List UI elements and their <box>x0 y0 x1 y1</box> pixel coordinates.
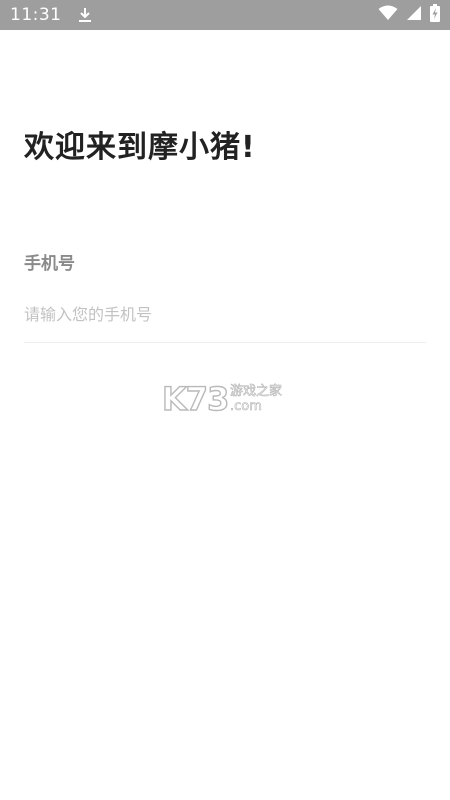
download-icon <box>78 7 92 23</box>
battery-icon <box>430 4 440 26</box>
wifi-icon <box>378 5 398 25</box>
watermark-domain: .com <box>230 399 263 415</box>
page-title: 欢迎来到摩小猪! <box>24 130 256 165</box>
phone-input-underline <box>24 342 426 343</box>
phone-label: 手机号 <box>24 254 75 274</box>
status-icons <box>378 4 440 26</box>
phone-input[interactable] <box>24 296 426 332</box>
status-bar: 11:31 <box>0 0 450 30</box>
watermark-tagline: 游戏之家 <box>230 384 283 400</box>
cellular-signal-icon <box>406 5 422 25</box>
watermark-brand: K73 <box>161 380 230 418</box>
watermark-logo: K73 游戏之家 .com <box>161 380 292 418</box>
login-screen: 11:31 欢迎来到摩小猪! 手机号 请输入您的手机号 K73 游戏之家 .co… <box>0 0 450 800</box>
status-time: 11:31 <box>10 5 62 25</box>
